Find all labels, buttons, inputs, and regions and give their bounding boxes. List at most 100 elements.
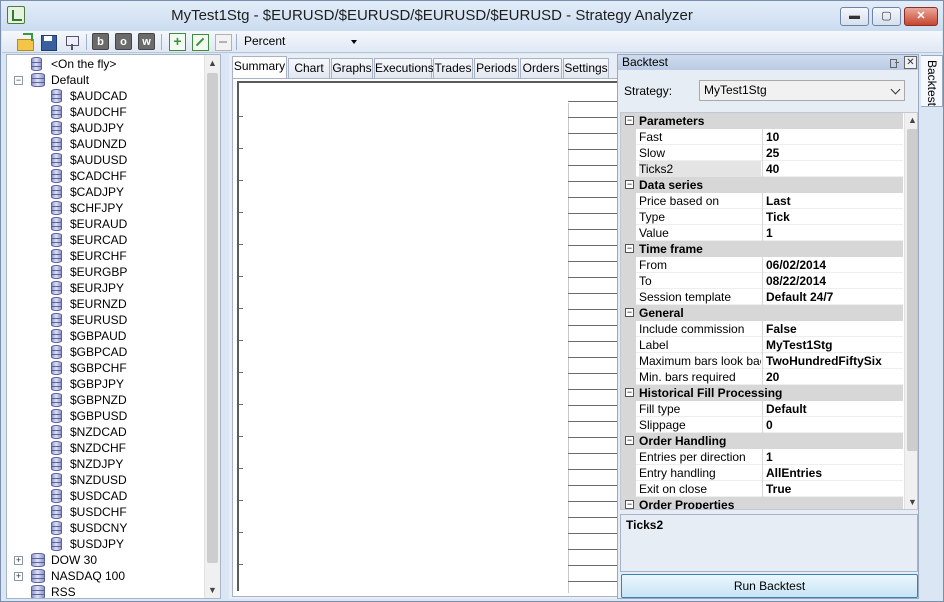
close-icon[interactable]: ✕ [904,56,917,69]
scroll-down-icon[interactable]: ▼ [905,495,917,509]
open-folder-icon[interactable] [16,33,34,51]
property-row[interactable]: Exit on close True [621,481,903,497]
collapse-icon[interactable]: − [625,116,634,125]
property-category[interactable]: − Order Handling [621,433,903,449]
property-value[interactable]: 0 [766,417,903,433]
tree-item[interactable]: $GBPCAD [7,344,205,360]
tree-item[interactable]: $USDCAD [7,488,205,504]
tab-orders[interactable]: Orders [520,58,562,78]
collapse-icon[interactable]: − [625,436,634,445]
property-row[interactable]: Slippage 0 [621,417,903,433]
tree-item[interactable]: $EURUSD [7,312,205,328]
display-unit-select[interactable]: Percent [241,33,361,51]
tree-item[interactable]: $NZDJPY [7,456,205,472]
property-row[interactable]: Fill type Default [621,401,903,417]
tree-scrollbar[interactable]: ▲ ▼ [204,55,220,598]
tree-item[interactable]: $GBPAUD [7,328,205,344]
w-button[interactable]: w [138,33,155,50]
property-row[interactable]: Value 1 [621,225,903,241]
strategy-select[interactable]: MyTest1Stg [699,80,905,101]
property-value[interactable]: Tick [766,209,903,225]
tree-item[interactable]: $GBPNZD [7,392,205,408]
collapse-icon[interactable]: − [14,76,23,85]
collapse-icon[interactable]: − [625,308,634,317]
property-value[interactable]: Last [766,193,903,209]
b-button[interactable]: b [92,33,109,50]
property-row[interactable]: To 08/22/2014 [621,273,903,289]
tree-item[interactable]: $GBPJPY [7,376,205,392]
o-button[interactable]: o [115,33,132,50]
property-row[interactable]: Fast 10 [621,129,903,145]
property-value[interactable]: 10 [766,129,903,145]
expand-icon[interactable]: + [14,572,23,581]
tab-chart[interactable]: Chart [288,58,330,78]
tree-item[interactable]: <On the fly> [7,56,205,72]
pin-icon[interactable] [888,57,899,68]
tree-item[interactable]: $EURJPY [7,280,205,296]
run-backtest-button[interactable]: Run Backtest [621,574,918,598]
tree-item[interactable]: $CHFJPY [7,200,205,216]
collapse-icon[interactable]: − [625,180,634,189]
scroll-up-icon[interactable]: ▲ [905,113,917,127]
minimize-button[interactable]: ▬ [840,7,869,26]
property-row[interactable]: Min. bars required 20 [621,369,903,385]
property-value[interactable]: 1 [766,225,903,241]
tab-trades[interactable]: Trades [433,58,473,78]
property-value[interactable]: AllEntries [766,465,903,481]
tree-item[interactable]: $CADCHF [7,168,205,184]
tree-item[interactable]: $AUDNZD [7,136,205,152]
property-row[interactable]: Ticks2 40 [621,161,903,177]
property-grid-scrollbar[interactable]: ▲ ▼ [904,113,917,509]
property-value[interactable]: Default [766,401,903,417]
edit-icon[interactable] [191,33,209,51]
property-category[interactable]: − Historical Fill Processing [621,385,903,401]
tree-item[interactable]: $EURCAD [7,232,205,248]
property-category[interactable]: − Time frame [621,241,903,257]
scroll-down-icon[interactable]: ▼ [205,582,220,598]
title-bar[interactable]: MyTest1Stg - $EURUSD/$EURUSD/$EURUSD/$EU… [1,1,943,31]
tree-item[interactable]: $AUDCHF [7,104,205,120]
property-row[interactable]: Label MyTest1Stg [621,337,903,353]
property-value[interactable]: 1 [766,449,903,465]
tree-item[interactable]: $EURAUD [7,216,205,232]
tab-executions[interactable]: Executions [374,58,434,78]
tab-settings[interactable]: Settings [563,58,609,78]
property-row[interactable]: Price based on Last [621,193,903,209]
property-category[interactable]: − Parameters [621,113,903,129]
property-value[interactable]: True [766,481,903,497]
property-row[interactable]: Entry handling AllEntries [621,465,903,481]
property-value[interactable]: False [766,321,903,337]
property-value[interactable]: MyTest1Stg [766,337,903,353]
property-row[interactable]: From 06/02/2014 [621,257,903,273]
property-value[interactable]: 06/02/2014 [766,257,903,273]
property-category[interactable]: − Data series [621,177,903,193]
collapse-icon[interactable]: − [625,388,634,397]
property-category[interactable]: − Order Properties [621,497,903,509]
property-row[interactable]: Entries per direction 1 [621,449,903,465]
tree-item[interactable]: $USDCHF [7,504,205,520]
tree-item[interactable]: + NASDAQ 100 [7,568,205,584]
tree-item[interactable]: $EURNZD [7,296,205,312]
collapse-icon[interactable]: − [625,244,634,253]
tree-item[interactable]: $GBPCHF [7,360,205,376]
add-icon[interactable] [168,33,186,51]
remove-icon[interactable] [214,33,232,51]
property-row[interactable]: Type Tick [621,209,903,225]
property-row[interactable]: Session template Default 24/7 [621,289,903,305]
tab-graphs[interactable]: Graphs [331,58,373,78]
tree-item[interactable]: $EURGBP [7,264,205,280]
tree-item[interactable]: $USDCNY [7,520,205,536]
property-value[interactable]: 20 [766,369,903,385]
property-value[interactable]: 08/22/2014 [766,273,903,289]
chevron-down-icon[interactable] [351,40,357,44]
tree-item[interactable]: $AUDJPY [7,120,205,136]
property-value[interactable]: 40 [766,161,903,177]
tree-item[interactable]: $AUDUSD [7,152,205,168]
property-value[interactable]: 25 [766,145,903,161]
backtest-panel-header[interactable]: Backtest ✕ [618,55,918,70]
maximize-button[interactable]: ▢ [872,7,901,26]
tree-item[interactable]: $EURCHF [7,248,205,264]
property-value[interactable]: TwoHundredFiftySix [766,353,903,369]
scroll-thumb[interactable] [907,129,917,451]
tree-item[interactable]: $NZDCHF [7,440,205,456]
